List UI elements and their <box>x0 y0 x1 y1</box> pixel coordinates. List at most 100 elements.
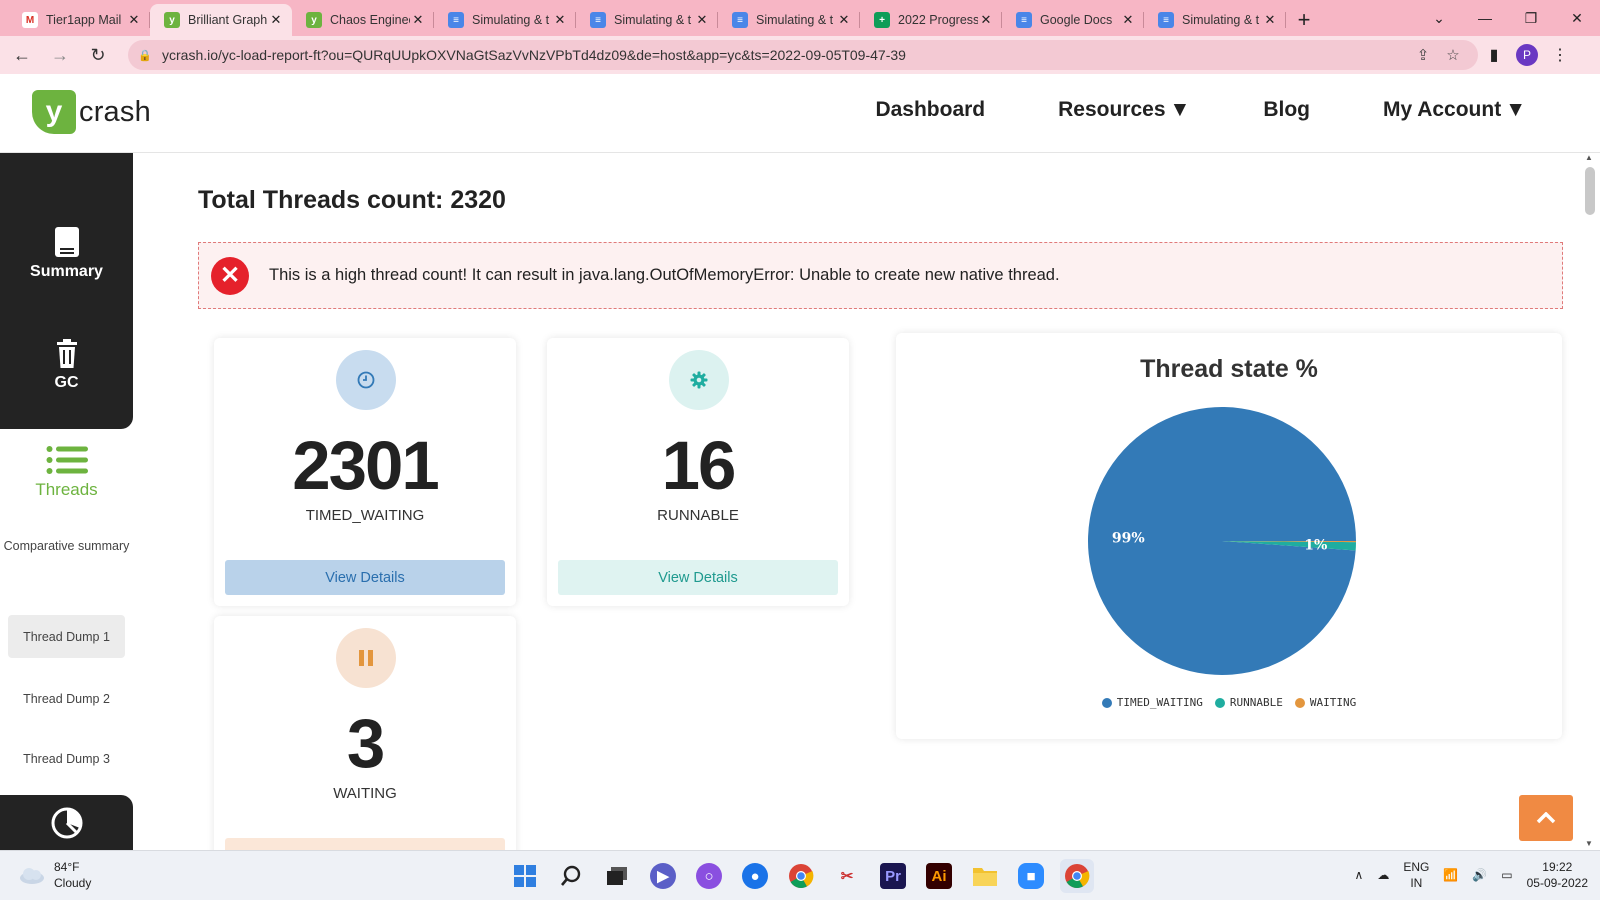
browser-tab[interactable]: y Chaos Enginee ✕ <box>292 4 434 36</box>
sidebar-item-comparative-summary[interactable]: Comparative summary <box>0 537 133 555</box>
nav-blog[interactable]: Blog <box>1263 98 1310 122</box>
tab-close-icon[interactable]: ✕ <box>836 12 852 28</box>
maps-pin-icon[interactable]: ● <box>742 863 768 889</box>
browser-tab[interactable]: ≡ Simulating & t ✕ <box>1144 4 1286 36</box>
search-icon[interactable] <box>554 859 588 893</box>
pie-chart-icon <box>51 807 82 839</box>
nav-resources[interactable]: Resources ▼ <box>1058 98 1190 122</box>
scroll-up-arrow[interactable]: ▲ <box>1585 153 1593 162</box>
new-tab-button[interactable]: + <box>1286 4 1322 36</box>
url-text[interactable]: ycrash.io/yc-load-report-ft?ou=QURqUUpkO… <box>162 47 1408 63</box>
page-title: Total Threads count: 2320 <box>198 186 506 214</box>
google-docs-icon: ≡ <box>1158 12 1174 28</box>
app-circle-icon[interactable]: ○ <box>696 863 722 889</box>
close-window-button[interactable]: ✕ <box>1554 0 1600 36</box>
tab-close-icon[interactable]: ✕ <box>694 12 710 28</box>
chrome-icon[interactable] <box>784 859 818 893</box>
tab-search-icon[interactable]: ⌄ <box>1416 0 1462 36</box>
teams-chat-icon[interactable]: ▶ <box>650 863 676 889</box>
nav-dashboard[interactable]: Dashboard <box>875 98 985 122</box>
side-panel-icon[interactable]: ▮ <box>1478 45 1510 65</box>
browser-tab[interactable]: ≡ Google Docs ✕ <box>1002 4 1144 36</box>
back-button[interactable]: ← <box>6 39 38 71</box>
tab-close-icon[interactable]: ✕ <box>1120 12 1136 28</box>
snipping-tool-icon[interactable]: ✂ <box>830 859 864 893</box>
tab-close-icon[interactable]: ✕ <box>1262 12 1278 28</box>
nav-my-account[interactable]: My Account ▼ <box>1383 98 1526 122</box>
scroll-to-top-button[interactable] <box>1519 795 1573 841</box>
ycrash-logo[interactable]: y crash <box>32 90 151 134</box>
premiere-pro-icon[interactable]: Pr <box>880 863 906 889</box>
legend-item[interactable]: TIMED_WAITING <box>1101 696 1203 709</box>
sidebar-item-chart[interactable] <box>0 795 133 855</box>
view-details-button[interactable] <box>225 838 505 850</box>
scroll-down-arrow[interactable]: ▼ <box>1585 839 1593 848</box>
sidebar-item-thread-dump-3[interactable]: Thread Dump 3 <box>8 737 125 780</box>
system-tray: ∧ ☁ ENG IN 📶 🔊 ▭ 19:22 05-09-2022 <box>1355 859 1588 891</box>
high-thread-count-alert: ✕ This is a high thread count! It can re… <box>198 242 1563 309</box>
bookmark-star-icon[interactable]: ☆ <box>1438 46 1468 64</box>
view-details-button[interactable]: View Details <box>558 560 838 595</box>
omnibox[interactable]: 🔒 ycrash.io/yc-load-report-ft?ou=QURqUUp… <box>128 40 1478 70</box>
wifi-icon[interactable]: 📶 <box>1443 868 1458 882</box>
clock[interactable]: 19:22 05-09-2022 <box>1527 859 1588 891</box>
scrollbar-thumb[interactable] <box>1585 167 1595 215</box>
cloud-icon <box>20 868 44 884</box>
error-x-icon: ✕ <box>211 256 249 295</box>
task-view-icon[interactable] <box>600 859 634 893</box>
volume-icon[interactable]: 🔊 <box>1472 868 1487 882</box>
tab-list: M Tier1app Mail ✕ y Brilliant Graph ✕ y Chaos E… <box>8 4 1286 36</box>
page-scrollbar[interactable]: ▲ ▼ <box>1580 153 1600 850</box>
tab-close-icon[interactable]: ✕ <box>268 12 284 28</box>
browser-tab[interactable]: ≡ Simulating & t ✕ <box>434 4 576 36</box>
tab-title: Simulating & t <box>756 13 834 27</box>
reload-button[interactable]: ↻ <box>82 39 114 71</box>
thread-count-value: 16 <box>661 427 737 504</box>
weather-widget[interactable]: 84°F Cloudy <box>18 859 91 891</box>
google-docs-icon: ≡ <box>590 12 606 28</box>
legend-item[interactable]: WAITING <box>1294 696 1356 709</box>
ycrash-icon: y <box>306 12 322 28</box>
gmail-icon: M <box>22 12 38 28</box>
profile-avatar[interactable]: P <box>1516 44 1538 66</box>
windows-start-icon[interactable] <box>508 859 542 893</box>
sidebar-item-thread-dump-2[interactable]: Thread Dump 2 <box>8 677 125 720</box>
illustrator-icon[interactable]: Ai <box>926 863 952 889</box>
sidebar-item-threads[interactable]: Threads <box>0 445 133 500</box>
battery-icon[interactable]: ▭ <box>1501 868 1512 882</box>
windows-taskbar: 84°F Cloudy ▶ ○ ● ✂ Pr Ai ■ ∧ ☁ ENG IN 📶 <box>0 850 1600 900</box>
tab-close-icon[interactable]: ✕ <box>978 12 994 28</box>
weather-temp: 84°F <box>54 860 80 874</box>
tab-close-icon[interactable]: ✕ <box>410 12 426 28</box>
browser-tab[interactable]: ≡ Simulating & t ✕ <box>576 4 718 36</box>
minimize-button[interactable]: — <box>1462 0 1508 36</box>
tab-close-icon[interactable]: ✕ <box>552 12 568 28</box>
file-explorer-icon[interactable] <box>968 859 1002 893</box>
clock-icon <box>336 350 396 410</box>
tab-title: Google Docs <box>1040 13 1113 27</box>
share-icon[interactable]: ⇪ <box>1408 46 1438 64</box>
forward-button[interactable]: → <box>44 39 76 71</box>
tab-close-icon[interactable]: ✕ <box>126 12 142 28</box>
thread-state-chart-card: Thread state % 99% 1% TIMED_WAITING RUNNAB… <box>896 333 1562 739</box>
sidebar-item-thread-dump-1[interactable]: Thread Dump 1 <box>8 615 125 658</box>
browser-tab[interactable]: ≡ Simulating & t ✕ <box>718 4 860 36</box>
window-controls: ⌄ — ❐ ✕ <box>1416 0 1600 36</box>
zoom-icon[interactable]: ■ <box>1018 863 1044 889</box>
restore-button[interactable]: ❐ <box>1508 0 1554 36</box>
legend-label: TIMED_WAITING <box>1116 696 1203 709</box>
browser-tab[interactable]: M Tier1app Mail ✕ <box>8 4 150 36</box>
chevron-up-icon[interactable]: ∧ <box>1355 868 1364 882</box>
sidebar-item-gc[interactable]: GC <box>0 339 133 392</box>
browser-tab[interactable]: +2022 Progress ✕ <box>860 4 1002 36</box>
language-indicator[interactable]: ENG IN <box>1403 859 1429 891</box>
onedrive-cloud-icon[interactable]: ☁ <box>1377 868 1389 882</box>
view-details-button[interactable]: View Details <box>225 560 505 595</box>
legend-item[interactable]: RUNNABLE <box>1214 696 1283 709</box>
lang-top: ENG <box>1403 860 1430 874</box>
clock-time: 19:22 <box>1542 860 1573 874</box>
browser-menu-icon[interactable]: ⋮ <box>1544 45 1576 65</box>
chrome-active-icon[interactable] <box>1060 859 1094 893</box>
sidebar-item-summary[interactable]: Summary <box>0 226 133 281</box>
browser-tab[interactable]: y Brilliant Graph ✕ <box>150 4 292 36</box>
